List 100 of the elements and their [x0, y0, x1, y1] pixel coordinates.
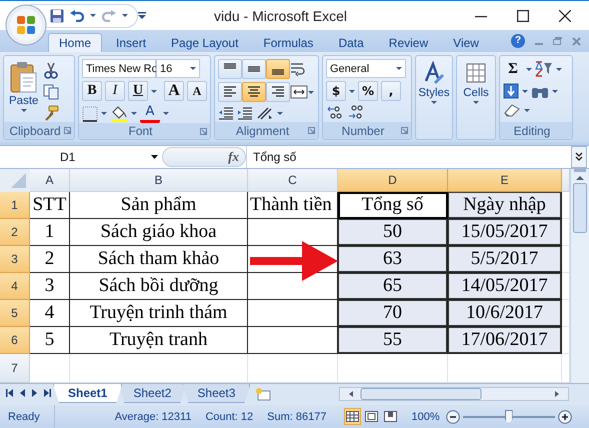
currency-button[interactable]: $ — [326, 81, 346, 101]
expand-icon[interactable] — [575, 152, 583, 162]
dialog-launcher-icon[interactable] — [308, 127, 315, 134]
caret-icon[interactable] — [90, 14, 96, 17]
page-break-view-button[interactable] — [382, 408, 400, 425]
ribbon-tab[interactable]: Page Layout — [160, 33, 250, 52]
column-header[interactable]: D — [338, 169, 448, 192]
font-size-combo[interactable]: 16 — [156, 59, 200, 78]
maximize-icon[interactable] — [517, 10, 529, 22]
close-icon[interactable] — [559, 10, 571, 22]
column-header[interactable]: A — [30, 169, 70, 192]
customize-icon[interactable] — [138, 12, 146, 19]
ribbon-tab[interactable]: View — [442, 33, 490, 52]
name-box[interactable]: D1 — [0, 150, 158, 164]
row-header[interactable]: 2 — [0, 219, 30, 246]
eraser-icon[interactable] — [503, 103, 521, 117]
caret-icon[interactable] — [431, 101, 437, 104]
save-icon[interactable] — [50, 8, 64, 22]
orientation-icon[interactable] — [256, 105, 274, 121]
caret-icon[interactable] — [151, 90, 157, 92]
fill-color-icon[interactable] — [110, 106, 128, 122]
percent-button[interactable]: % — [358, 81, 378, 101]
merge-center-icon[interactable] — [290, 84, 308, 100]
decrease-indent-icon[interactable] — [218, 105, 234, 121]
bottom-align-button[interactable] — [266, 59, 290, 79]
caret-icon[interactable] — [163, 112, 169, 115]
sheet-tab[interactable]: Sheet3 — [182, 384, 250, 403]
column-header[interactable]: B — [70, 169, 248, 192]
row-header[interactable]: 1 — [0, 192, 30, 219]
caret-icon[interactable] — [101, 112, 107, 115]
caret-icon[interactable] — [473, 101, 479, 104]
shrink-font-button[interactable]: A — [187, 81, 207, 101]
ribbon-tab[interactable]: Review — [378, 33, 440, 52]
underline-button[interactable]: U — [128, 81, 148, 101]
previous-sheet-icon[interactable] — [20, 389, 25, 397]
caret-icon[interactable] — [190, 67, 196, 70]
zoom-out-icon[interactable] — [446, 410, 460, 424]
caret-icon[interactable] — [522, 90, 528, 92]
format-painter-icon[interactable] — [43, 105, 60, 121]
column-header[interactable]: C — [248, 169, 338, 192]
help-button[interactable]: ? — [511, 34, 525, 48]
ribbon-tab[interactable]: Insert — [105, 33, 158, 52]
center-button[interactable] — [242, 82, 266, 102]
sheet-tab[interactable]: Sheet2 — [118, 384, 186, 403]
comma-button[interactable]: , — [381, 81, 401, 101]
caret-icon[interactable] — [308, 90, 314, 94]
cut-icon[interactable] — [43, 63, 60, 79]
sheet-tab[interactable]: Sheet1 — [53, 384, 122, 403]
caret-icon[interactable] — [349, 90, 355, 92]
dropdown-arrow-icon[interactable] — [151, 155, 158, 159]
caret-icon[interactable] — [277, 112, 283, 114]
zoom-in-icon[interactable] — [558, 410, 572, 424]
caret-icon[interactable] — [20, 109, 27, 112]
copy-icon[interactable] — [43, 84, 60, 100]
page-layout-view-button[interactable] — [363, 408, 380, 425]
row-header[interactable]: 4 — [0, 273, 30, 300]
align-left-button[interactable] — [218, 82, 242, 102]
grow-font-button[interactable]: A — [164, 81, 184, 101]
decrease-decimal-icon[interactable] — [347, 104, 365, 120]
dialog-launcher-icon[interactable] — [401, 127, 408, 134]
top-align-button[interactable] — [218, 59, 242, 79]
autosum-button[interactable]: Σ — [503, 59, 523, 79]
caret-icon[interactable] — [396, 67, 402, 70]
caret-icon[interactable] — [122, 14, 128, 17]
caret-icon[interactable] — [556, 68, 562, 70]
row-header[interactable]: 6 — [0, 327, 30, 354]
caret-icon[interactable] — [131, 112, 137, 115]
increase-indent-icon[interactable] — [237, 105, 253, 121]
paste-button[interactable]: Paste — [7, 59, 40, 122]
number-format-combo[interactable]: General — [326, 59, 406, 78]
column-header[interactable]: E — [448, 169, 562, 192]
scrollbar-thumb[interactable] — [573, 183, 587, 233]
normal-view-button[interactable] — [344, 408, 362, 425]
ribbon-tab[interactable]: Formulas — [252, 33, 324, 52]
insert-sheet-icon[interactable] — [254, 387, 272, 401]
dialog-launcher-icon[interactable] — [200, 128, 207, 135]
ribbon-tab[interactable]: Home — [48, 33, 102, 52]
sort-filter-icon[interactable] — [535, 61, 553, 77]
insert-function-button[interactable]: fx — [162, 147, 246, 167]
horizontal-scrollbar[interactable] — [339, 387, 569, 401]
fill-down-icon[interactable] — [503, 83, 519, 99]
last-sheet-icon[interactable] — [44, 389, 51, 397]
increase-decimal-icon[interactable] — [326, 104, 344, 120]
first-sheet-icon[interactable] — [6, 389, 13, 397]
bold-button[interactable]: B — [82, 81, 102, 101]
caret-icon[interactable] — [524, 108, 530, 112]
row-header[interactable]: 7 — [0, 354, 30, 383]
zoom-slider-thumb[interactable] — [504, 410, 513, 424]
row-header[interactable]: 3 — [0, 246, 30, 273]
next-sheet-icon[interactable] — [32, 389, 37, 397]
caret-icon[interactable] — [526, 68, 532, 70]
dialog-launcher-icon[interactable] — [64, 127, 71, 134]
align-right-button[interactable] — [266, 82, 290, 102]
row-header[interactable]: 5 — [0, 300, 30, 327]
undo-icon[interactable] — [70, 10, 84, 22]
caret-icon[interactable] — [552, 90, 558, 92]
split-handle-icon[interactable] — [574, 169, 586, 173]
italic-button[interactable]: I — [105, 81, 125, 101]
zoom-level[interactable]: 100% — [411, 410, 440, 422]
ribbon-tab[interactable]: Data — [327, 33, 375, 52]
